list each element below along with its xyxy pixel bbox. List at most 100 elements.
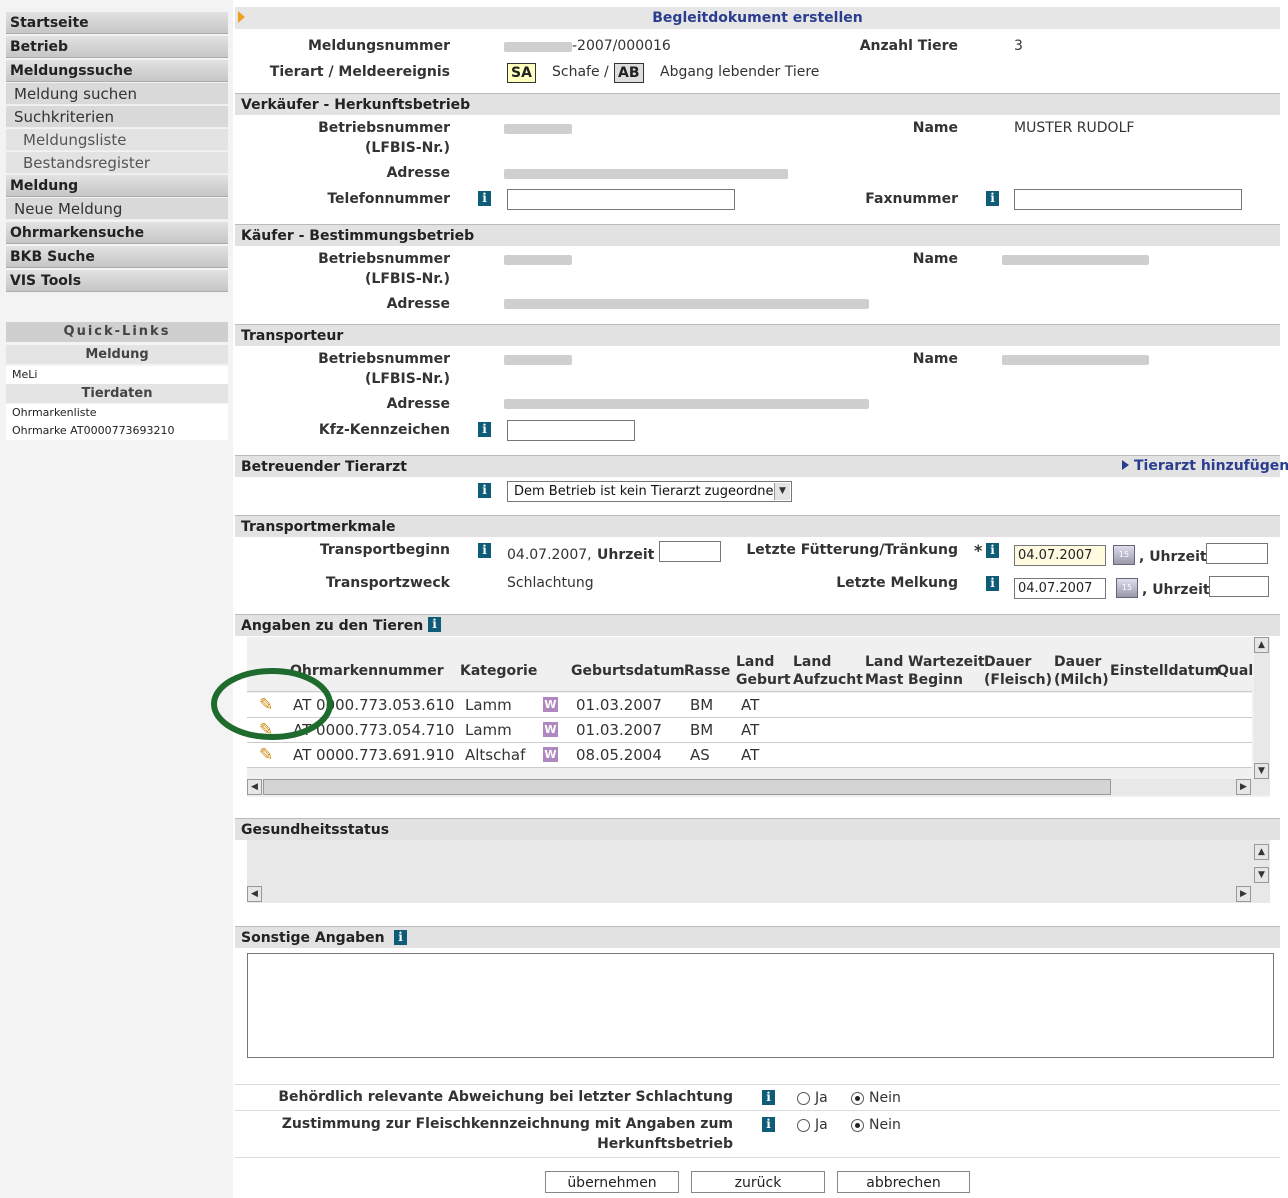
table-row[interactable]: ✎ AT 0000.773.054.710 Lamm W 01.03.2007 …: [247, 718, 1252, 743]
nav-bkb-suche[interactable]: BKB Suche: [6, 246, 228, 268]
table-row[interactable]: ✎ AT 0000.773.691.910 Altschaf W 08.05.2…: [247, 743, 1252, 768]
scroll-left-icon[interactable]: ◀: [247, 779, 262, 795]
th-milch: (Milch): [1054, 672, 1109, 688]
th-land-geburt: Land: [736, 654, 775, 670]
vertical-scrollbar[interactable]: ▲ ▼: [1254, 637, 1270, 779]
redacted: [504, 124, 572, 134]
nav-startseite[interactable]: Startseite: [6, 12, 228, 34]
q2-nein-label: Nein: [869, 1117, 901, 1133]
q1-nein-radio[interactable]: [851, 1092, 864, 1105]
horizontal-scrollbar[interactable]: ◀ ▶: [247, 779, 1270, 795]
q1-nein-label: Nein: [869, 1090, 901, 1106]
tr-name-label: Name: [912, 351, 958, 367]
melkung-uhrzeit-input[interactable]: [1209, 576, 1269, 597]
info-icon[interactable]: i: [478, 422, 491, 437]
nav-neue-meldung[interactable]: Neue Meldung: [6, 198, 228, 220]
redacted: [1002, 255, 1149, 265]
uebernehmen-button[interactable]: übernehmen: [545, 1171, 679, 1193]
kfz-input[interactable]: [507, 420, 635, 441]
divider: [235, 1157, 1280, 1158]
info-icon[interactable]: i: [478, 191, 491, 206]
vk-fax-label: Faxnummer: [865, 191, 958, 207]
abbrechen-button[interactable]: abbrechen: [837, 1171, 970, 1193]
redacted: [504, 169, 788, 179]
zurueck-button[interactable]: zurück: [691, 1171, 825, 1193]
nav-meldungssuche[interactable]: Meldungssuche: [6, 60, 228, 82]
calendar-icon[interactable]: 15: [1113, 545, 1135, 565]
tierarzt-select-value: Dem Betrieb ist kein Tierarzt zugeordnet: [514, 484, 779, 499]
page-title: Begleitdokument erstellen: [652, 10, 863, 26]
info-icon[interactable]: i: [478, 543, 491, 558]
vk-name-label: Name: [912, 120, 958, 136]
section-gesundheit: Gesundheitsstatus: [235, 818, 1280, 840]
nav-ohrmarkensuche[interactable]: Ohrmarkensuche: [6, 222, 228, 244]
scroll-right-icon[interactable]: ▶: [1236, 779, 1251, 795]
nav-suchkriterien[interactable]: Suchkriterien: [6, 106, 228, 128]
divider: [235, 1084, 1280, 1085]
th-dauer-fleisch: Dauer: [984, 654, 1032, 670]
transportbeginn-uhrzeit-input[interactable]: [659, 541, 721, 562]
scroll-right-icon[interactable]: ▶: [1236, 886, 1251, 902]
q1-ja-radio[interactable]: [797, 1092, 810, 1105]
sonstige-textarea[interactable]: [247, 953, 1274, 1058]
info-icon[interactable]: i: [986, 576, 999, 591]
quicklinks-tierdaten-heading: Tierdaten: [6, 384, 228, 403]
tiere-table: Ohrmarkennummer Kategorie Geburtsdatum R…: [211, 637, 1270, 797]
redacted: [504, 255, 572, 265]
table-row[interactable]: ✎ AT 0000.773.053.610 Lamm W 01.03.2007 …: [247, 693, 1252, 718]
nav-meldung-suchen[interactable]: Meldung suchen: [6, 83, 228, 105]
melkung-uhrzeit-label: , Uhrzeit: [1142, 582, 1210, 598]
info-icon[interactable]: i: [762, 1117, 775, 1132]
fuetterung-date-input[interactable]: [1014, 545, 1106, 566]
nav-meldung[interactable]: Meldung: [6, 175, 228, 197]
q2-label: Zustimmung zur Fleischkennzeichnung mit …: [281, 1116, 733, 1132]
scroll-up-icon[interactable]: ▲: [1254, 637, 1269, 653]
fax-input[interactable]: [1014, 189, 1242, 210]
info-icon[interactable]: i: [986, 191, 999, 206]
quicklinks-meldung-heading: Meldung: [6, 345, 228, 364]
scroll-up-icon[interactable]: ▲: [1254, 844, 1269, 860]
vk-lfbis-label: (LFBIS-Nr.): [365, 140, 450, 156]
info-icon[interactable]: i: [478, 483, 491, 498]
sidebar: Startseite Betrieb Meldungssuche Meldung…: [0, 0, 233, 1198]
scroll-left-icon[interactable]: ◀: [247, 886, 262, 902]
quicklink-ohrmarkenliste[interactable]: Ohrmarkenliste: [6, 404, 228, 422]
tierarzt-hinzufuegen-link[interactable]: Tierarzt hinzufügen: [1134, 456, 1288, 476]
tr-adresse-label: Adresse: [386, 396, 450, 412]
scroll-down-icon[interactable]: ▼: [1254, 867, 1269, 883]
nav-betrieb[interactable]: Betrieb: [6, 36, 228, 58]
nav-meldungsliste[interactable]: Meldungsliste: [6, 129, 228, 151]
melkung-date-input[interactable]: [1014, 578, 1106, 599]
tierarzt-select[interactable]: Dem Betrieb ist kein Tierarzt zugeordnet…: [507, 481, 792, 502]
th-land-aufzucht: Land: [793, 654, 832, 670]
tierart-label: Tierart / Meldeereignis: [269, 64, 450, 80]
anzahl-label: Anzahl Tiere: [859, 38, 958, 54]
pencil-icon[interactable]: ✎: [259, 745, 273, 765]
scroll-thumb[interactable]: [263, 779, 1111, 795]
q2-ja-radio[interactable]: [797, 1119, 810, 1132]
required-star: *: [974, 541, 983, 560]
cell-geburtsdatum: 08.05.2004: [576, 746, 662, 764]
fuetterung-uhrzeit-input[interactable]: [1206, 543, 1268, 564]
quicklink-ohrmarke[interactable]: Ohrmarke AT0000773693210: [6, 422, 228, 440]
kf-name-label: Name: [912, 251, 958, 267]
info-icon[interactable]: i: [762, 1090, 775, 1105]
scroll-down-icon[interactable]: ▼: [1254, 763, 1269, 779]
info-icon[interactable]: i: [986, 543, 999, 558]
th-aufzucht: Aufzucht: [793, 672, 863, 688]
vk-betriebsnummer-label: Betriebsnummer: [318, 120, 450, 136]
info-icon[interactable]: i: [428, 617, 441, 632]
th-geburtsdatum: Geburtsdatum: [571, 663, 685, 679]
info-icon[interactable]: i: [394, 930, 407, 945]
highlight-circle: [211, 668, 333, 740]
q1-label: Behördlich relevante Abweichung bei letz…: [278, 1089, 733, 1105]
calendar-icon[interactable]: 15: [1116, 578, 1138, 598]
telefon-input[interactable]: [507, 189, 735, 210]
quicklink-meli[interactable]: MeLi: [6, 366, 228, 384]
nav-vis-tools[interactable]: VIS Tools: [6, 270, 228, 292]
kf-lfbis-label: (LFBIS-Nr.): [365, 271, 450, 287]
q2-nein-radio[interactable]: [851, 1119, 864, 1132]
cell-ohrmarke: AT 0000.773.691.910: [293, 746, 455, 764]
nav-bestandsregister[interactable]: Bestandsregister: [6, 152, 228, 174]
chevron-down-icon[interactable]: ▼: [774, 483, 790, 500]
